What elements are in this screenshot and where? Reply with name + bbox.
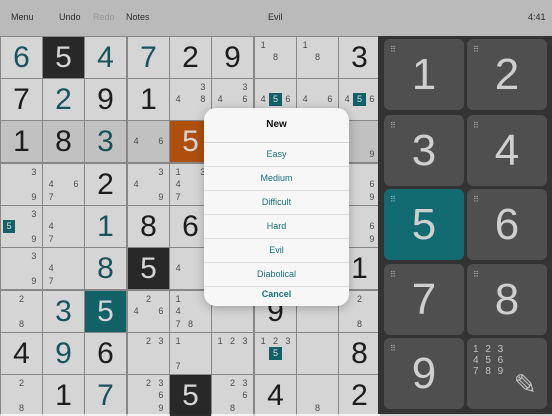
difficulty-easy[interactable]: Easy <box>204 142 349 167</box>
difficulty-medium[interactable]: Medium <box>204 166 349 191</box>
menu-title: New <box>204 108 349 143</box>
difficulty-difficult[interactable]: Difficult <box>204 190 349 215</box>
difficulty-hard[interactable]: Hard <box>204 214 349 239</box>
cancel-button[interactable]: Cancel <box>204 282 349 306</box>
difficulty-evil[interactable]: Evil <box>204 238 349 263</box>
new-game-menu: New Easy Medium Difficult Hard Evil Diab… <box>204 108 349 306</box>
